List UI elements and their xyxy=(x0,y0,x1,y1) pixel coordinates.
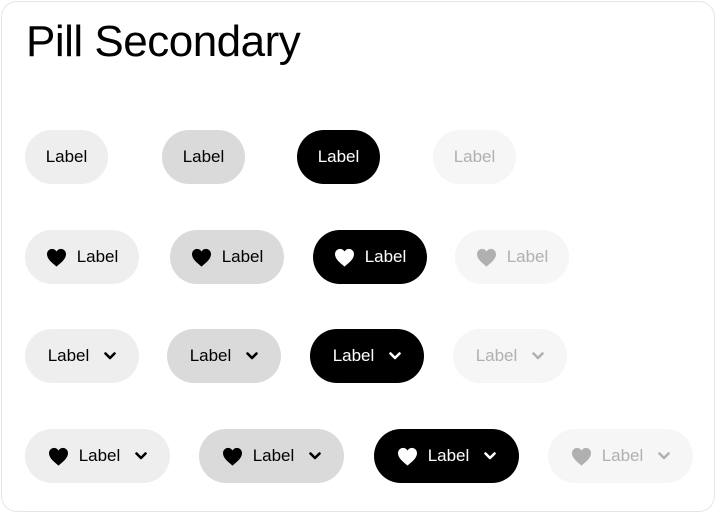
pill-chevron-default[interactable]: Label xyxy=(25,329,139,383)
pill-chevron-hover[interactable]: Label xyxy=(167,329,281,383)
pill-heart-chevron-disabled: Label xyxy=(548,429,693,483)
pill-label: Label xyxy=(364,247,407,266)
pill-label: Label xyxy=(475,346,518,365)
pill-label: Label xyxy=(506,247,549,266)
chevron-down-icon xyxy=(89,352,117,360)
pill-label: Label xyxy=(427,446,470,465)
page-title: Pill Secondary xyxy=(26,17,301,66)
pill-heart-default[interactable]: Label xyxy=(25,230,139,284)
chevron-down-icon xyxy=(643,452,671,460)
pill-label-hover[interactable]: Label xyxy=(162,130,245,184)
heart-icon xyxy=(191,248,222,267)
heart-icon xyxy=(222,447,253,466)
pill-label: Label xyxy=(189,346,232,365)
chevron-down-icon xyxy=(231,352,259,360)
pill-heart-hover[interactable]: Label xyxy=(170,230,284,284)
pill-label: Label xyxy=(453,147,496,166)
component-card: Pill Secondary Label Label Label Label L… xyxy=(1,1,715,512)
heart-icon xyxy=(334,248,365,267)
chevron-down-icon xyxy=(469,452,497,460)
pill-label: Label xyxy=(221,247,264,266)
pill-chevron-active[interactable]: Label xyxy=(310,329,424,383)
pill-label: Label xyxy=(332,346,375,365)
chevron-down-icon xyxy=(294,452,322,460)
pill-label: Label xyxy=(78,446,121,465)
pill-label: Label xyxy=(182,147,225,166)
pill-label: Label xyxy=(76,247,119,266)
chevron-down-icon xyxy=(120,452,148,460)
pill-heart-chevron-default[interactable]: Label xyxy=(25,429,170,483)
pill-label-disabled: Label xyxy=(433,130,516,184)
chevron-down-icon xyxy=(517,352,545,360)
heart-icon xyxy=(46,248,77,267)
pill-chevron-disabled: Label xyxy=(453,329,567,383)
heart-icon xyxy=(476,248,507,267)
chevron-down-icon xyxy=(374,352,402,360)
pill-heart-active[interactable]: Label xyxy=(313,230,427,284)
pill-label-active[interactable]: Label xyxy=(297,130,380,184)
pill-heart-chevron-hover[interactable]: Label xyxy=(199,429,344,483)
pill-label-default[interactable]: Label xyxy=(25,130,108,184)
pill-label: Label xyxy=(601,446,644,465)
heart-icon xyxy=(571,447,602,466)
heart-icon xyxy=(397,447,428,466)
pill-heart-disabled: Label xyxy=(455,230,569,284)
pill-label: Label xyxy=(47,346,90,365)
pill-label: Label xyxy=(317,147,360,166)
heart-icon xyxy=(48,447,79,466)
pill-label: Label xyxy=(45,147,88,166)
pill-label: Label xyxy=(252,446,295,465)
pill-heart-chevron-active[interactable]: Label xyxy=(374,429,519,483)
